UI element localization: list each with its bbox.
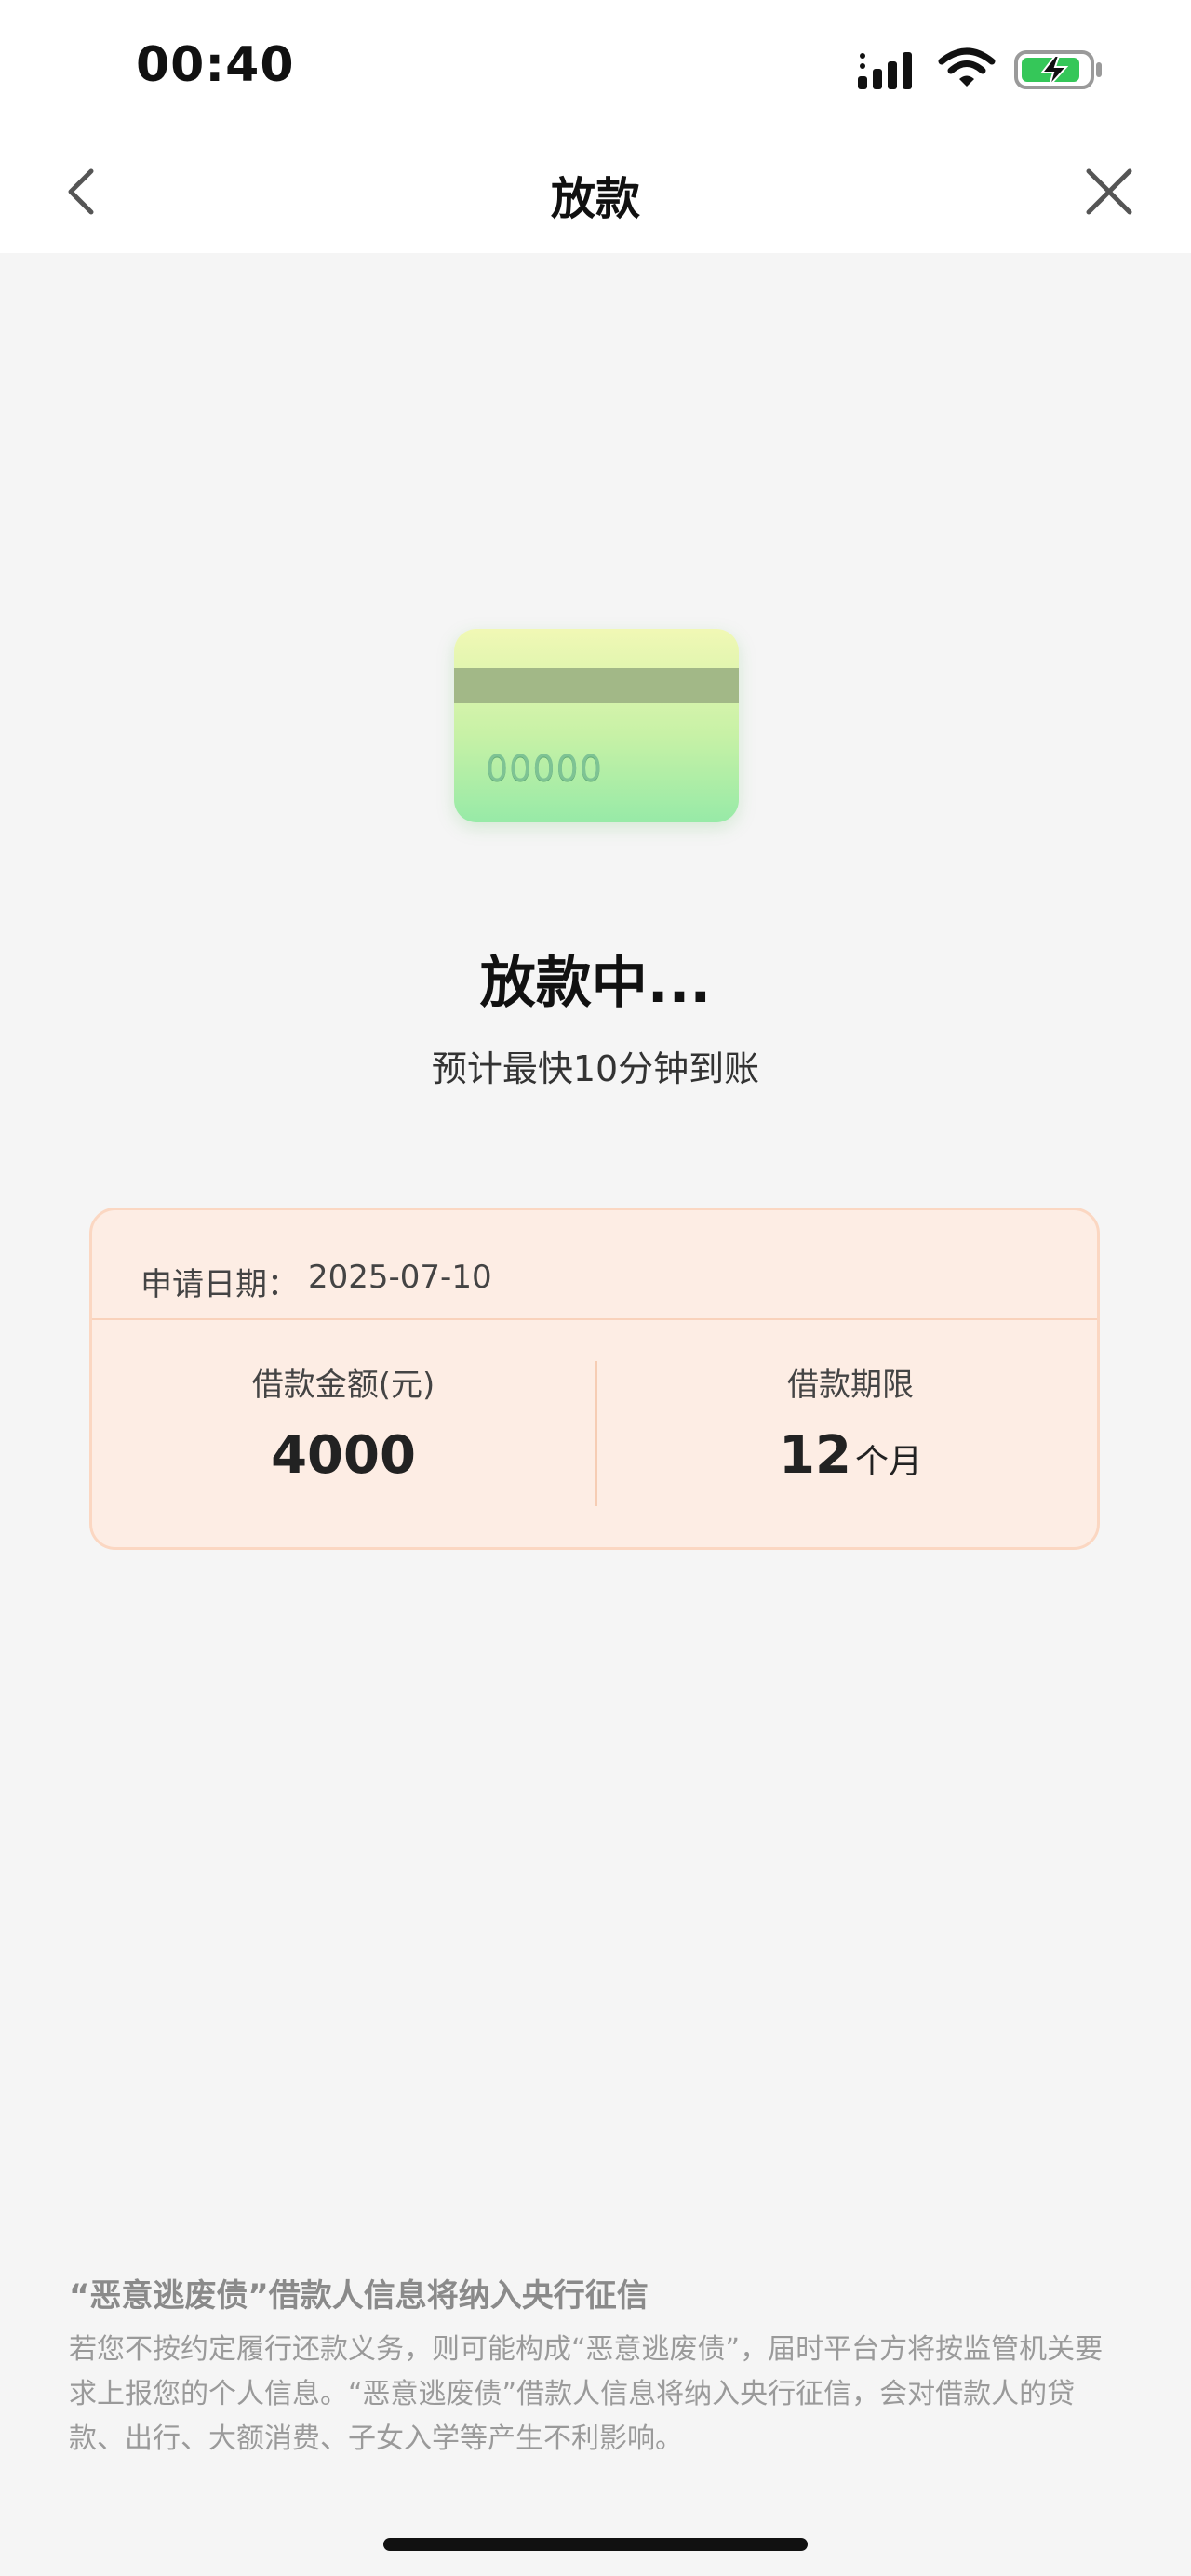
- apply-date-row: 申请日期： 2025-07-10: [92, 1210, 1097, 1320]
- disbursement-status-title: 放款中...: [479, 951, 712, 1016]
- loan-amount-column: 借款金额(元) 4000: [92, 1359, 595, 1486]
- page-title: 放款: [550, 173, 640, 225]
- disbursement-status-subtitle: 预计最快10分钟到账: [431, 1048, 760, 1089]
- loan-term-label: 借款期限: [787, 1367, 914, 1404]
- loan-term-value: 12: [779, 1425, 851, 1486]
- loan-info-card: 申请日期： 2025-07-10 借款金额(元) 4000 借款期限 12 个月: [89, 1208, 1100, 1550]
- battery-charging-icon: [1014, 50, 1102, 89]
- apply-date-value: 2025-07-10: [308, 1259, 492, 1296]
- apply-date-label: 申请日期：: [141, 1266, 299, 1303]
- card-magnetic-stripe: [454, 668, 739, 703]
- loan-term-value-wrapper: 12 个月: [599, 1425, 1102, 1486]
- credit-notice-body: 若您不按约定履行还款义务，则可能构成“恶意逃废债”，届时平台方将按监管机关要求上…: [69, 2333, 1104, 2455]
- column-divider: [596, 1361, 597, 1506]
- nav-bar: 放款: [0, 140, 1191, 253]
- credit-notice-title: “恶意逃废债”借款人信息将纳入央行征信: [69, 2277, 649, 2315]
- status-time: 00:40: [136, 37, 295, 93]
- loan-amount-value: 4000: [271, 1425, 416, 1486]
- wifi-icon: [938, 47, 996, 87]
- home-indicator[interactable]: [383, 2538, 808, 2551]
- bank-card-illustration: 00000: [454, 629, 739, 822]
- status-bar: 00:40: [0, 0, 1191, 140]
- loan-amount-label: 借款金额(元): [251, 1367, 435, 1404]
- close-button[interactable]: [1079, 162, 1139, 221]
- signal-icon: [858, 52, 912, 89]
- loan-term-unit: 个月: [854, 1443, 922, 1481]
- card-number: 00000: [486, 748, 603, 789]
- loan-term-column: 借款期限 12 个月: [599, 1359, 1102, 1486]
